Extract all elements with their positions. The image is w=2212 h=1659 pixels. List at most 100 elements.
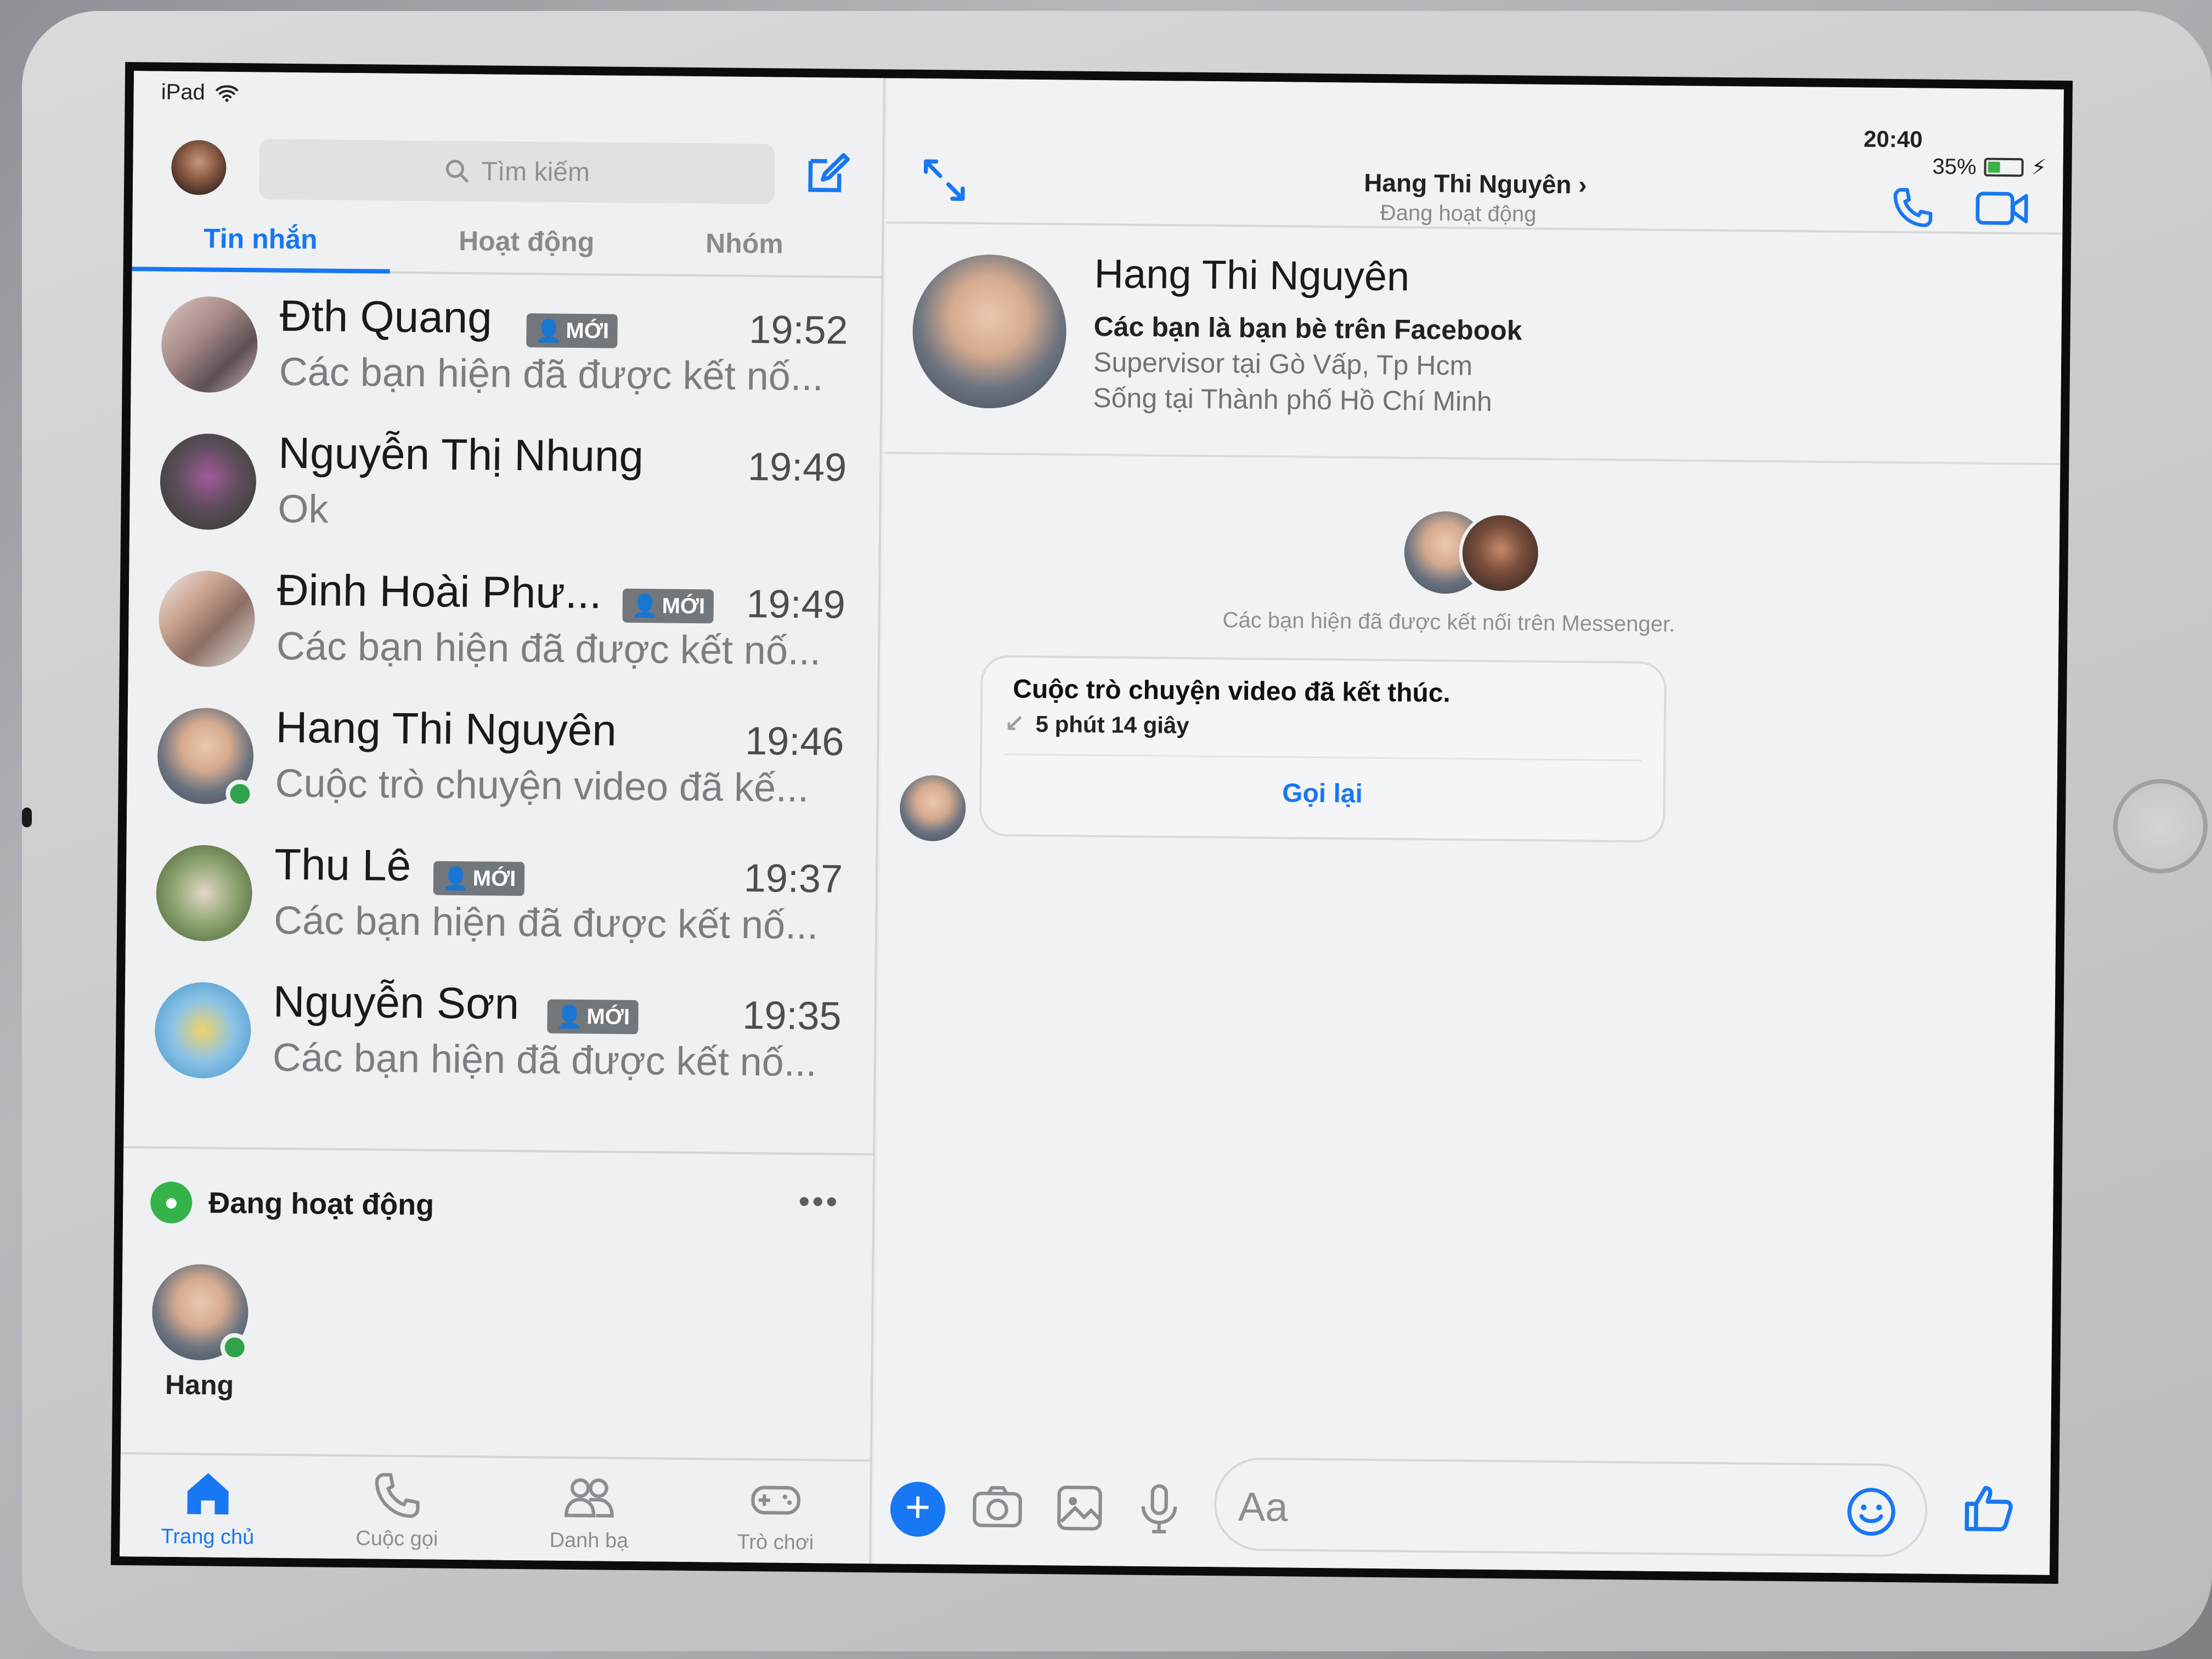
video-call-card: Cuộc trò chuyện video đã kết thúc. ↙ 5 p…	[979, 655, 1667, 843]
message-input[interactable]	[1238, 1476, 1787, 1542]
expand-icon[interactable]	[919, 155, 969, 205]
side-camera	[22, 808, 32, 827]
contact-name: Đth Quang	[279, 291, 493, 342]
conversation-list: Đth Quang 👤 MỚI 19:52 Các bạn hiện đã đượ…	[124, 279, 881, 1109]
online-indicator	[225, 779, 255, 809]
contact-name: Hang Thi Nguyên	[275, 702, 617, 755]
phone-call-icon[interactable]	[1889, 184, 1937, 232]
connected-avatars	[1404, 511, 1547, 595]
bottom-nav: Trang chủ Cuộc gọi Danh bạ Trò chơi	[120, 1452, 870, 1564]
screen: Tìm kiếm Tin nhắn Hoạt động Nhóm Đth Qua…	[110, 62, 2073, 1584]
profile-work: Supervisor tại Gò Vấp, Tp Hcm	[1093, 346, 1473, 381]
phone-icon	[375, 1473, 420, 1518]
new-badge: 👤 MỚI	[433, 861, 525, 896]
conversation-item[interactable]: Hang Thi Nguyên 19:46 Cuộc trò chuyện vi…	[127, 691, 877, 835]
image-icon[interactable]	[1052, 1480, 1108, 1536]
ipad-device: Tìm kiếm Tin nhắn Hoạt động Nhóm Đth Qua…	[22, 11, 2212, 1651]
active-user-name: Hang	[165, 1369, 234, 1401]
more-options-icon[interactable]: •••	[798, 1182, 840, 1221]
emoji-icon[interactable]	[1845, 1485, 1898, 1538]
new-badge: 👤 MỚI	[526, 313, 618, 348]
conversation-item[interactable]: Thu Lê 👤 MỚI 19:37 Các bạn hiện đã được k…	[125, 828, 876, 972]
conversation-item[interactable]: Nguyễn Thị Nhung 19:49 Ok	[129, 416, 880, 561]
microphone-icon[interactable]	[1132, 1481, 1187, 1537]
active-user[interactable]: Hang	[151, 1263, 249, 1402]
online-indicator	[220, 1333, 249, 1362]
message-preview: Các bạn hiện đã được kết nố...	[276, 624, 821, 674]
call-duration: ↙ 5 phút 14 giây	[1004, 710, 1189, 738]
nav-home[interactable]: Trang chủ	[142, 1465, 274, 1549]
tab-bar: Tin nhắn Hoạt động Nhóm	[132, 211, 882, 279]
contact-name: Thu Lê	[274, 839, 411, 890]
message-preview: Cuộc trò chuyện video đã kế...	[275, 761, 809, 811]
chat-pane: Hang Thi Nguyên › Đang hoạt động 20:40 3…	[873, 78, 2064, 1575]
avatar	[154, 981, 252, 1079]
tab-messages[interactable]: Tin nhắn	[204, 222, 318, 255]
active-tab-indicator	[132, 267, 390, 274]
home-icon	[187, 1473, 229, 1515]
battery-icon	[1984, 157, 2024, 177]
message-input-container	[1214, 1457, 1928, 1558]
avatar	[158, 570, 256, 668]
conversation-item[interactable]: Nguyễn Sơn 👤 MỚI 19:35 Các bạn hiện đã đư…	[124, 965, 874, 1109]
message-time: 19:35	[742, 993, 842, 1039]
call-back-button[interactable]: Gọi lại	[981, 775, 1663, 812]
call-ended-title: Cuộc trò chuyện video đã kết thúc.	[1013, 674, 1451, 708]
connected-notice: Các bạn hiện đã được kết nối trên Messen…	[1222, 608, 1675, 637]
chat-contact-name[interactable]: Hang Thi Nguyên ›	[1364, 168, 1587, 200]
message-preview: Ok	[278, 487, 329, 532]
gamepad-icon	[751, 1486, 800, 1515]
profile-lives: Sống tại Thành phố Hồ Chí Minh	[1093, 382, 1493, 417]
conversation-list-pane: Tìm kiếm Tin nhắn Hoạt động Nhóm Đth Qua…	[120, 71, 886, 1564]
camera-icon[interactable]	[970, 1480, 1025, 1535]
avatar	[160, 433, 257, 531]
message-time: 19:52	[749, 307, 848, 353]
message-time: 19:37	[743, 856, 843, 901]
person-icon: 👤	[442, 866, 470, 891]
person-icon: 👤	[556, 1005, 584, 1029]
new-badge: 👤 MỚI	[547, 999, 639, 1035]
chat-contact-status: Đang hoạt động	[1380, 200, 1537, 227]
compose-icon[interactable]	[802, 149, 852, 199]
device-status: iPad	[161, 80, 239, 105]
home-button[interactable]	[2113, 779, 2208, 873]
my-avatar[interactable]	[171, 139, 227, 195]
active-now-title: Đang hoạt động	[208, 1186, 435, 1222]
message-preview: Các bạn hiện đã được kết nố...	[279, 349, 824, 399]
tab-activity[interactable]: Hoạt động	[459, 225, 595, 258]
avatar	[161, 296, 258, 393]
contact-name: Nguyễn Thị Nhung	[278, 428, 644, 481]
message-preview: Các bạn hiện đã được kết nố...	[272, 1035, 817, 1085]
thumbs-up-icon[interactable]	[1962, 1481, 2018, 1536]
new-badge: 👤 MỚI	[622, 588, 714, 624]
active-person-icon: ●	[150, 1181, 193, 1224]
video-call-icon[interactable]	[1974, 187, 2030, 229]
search-bar[interactable]: Tìm kiếm	[258, 139, 775, 205]
divider	[1004, 753, 1642, 761]
message-time: 19:46	[744, 719, 844, 764]
charging-icon: ⚡	[2031, 155, 2047, 180]
nav-calls[interactable]: Cuộc gọi	[331, 1468, 463, 1551]
message-time: 19:49	[746, 582, 846, 627]
incoming-arrow-icon: ↙	[1004, 710, 1025, 737]
message-composer: +	[873, 1448, 2051, 1575]
search-icon	[446, 160, 469, 183]
profile-avatar[interactable]	[912, 253, 1067, 409]
nav-games[interactable]: Trò chơi	[709, 1471, 842, 1555]
profile-friend-line: Các bạn là bạn bè trên Facebook	[1093, 311, 1522, 346]
device-name: iPad	[161, 80, 205, 105]
active-now-header: ● Đang hoạt động	[150, 1181, 435, 1226]
person-icon: 👤	[631, 594, 659, 618]
avatar	[155, 844, 253, 942]
person-icon: 👤	[535, 318, 563, 343]
tab-groups[interactable]: Nhóm	[706, 227, 783, 259]
nav-contacts[interactable]: Danh bạ	[523, 1469, 655, 1553]
conversation-item[interactable]: Đth Quang 👤 MỚI 19:52 Các bạn hiện đã đượ…	[131, 279, 881, 424]
battery-percent: 35%	[1932, 154, 1977, 179]
conversation-item[interactable]: Đinh Hoài Phư... 👤 MỚI 19:49 Các bạn hiện…	[128, 554, 878, 698]
message-preview: Các bạn hiện đã được kết nố...	[273, 898, 819, 948]
active-now-section: ● Đang hoạt động ••• Hang	[121, 1146, 873, 1401]
sender-avatar	[899, 775, 966, 842]
plus-icon[interactable]: +	[890, 1481, 946, 1537]
contact-name: Nguyễn Sơn	[273, 977, 520, 1028]
